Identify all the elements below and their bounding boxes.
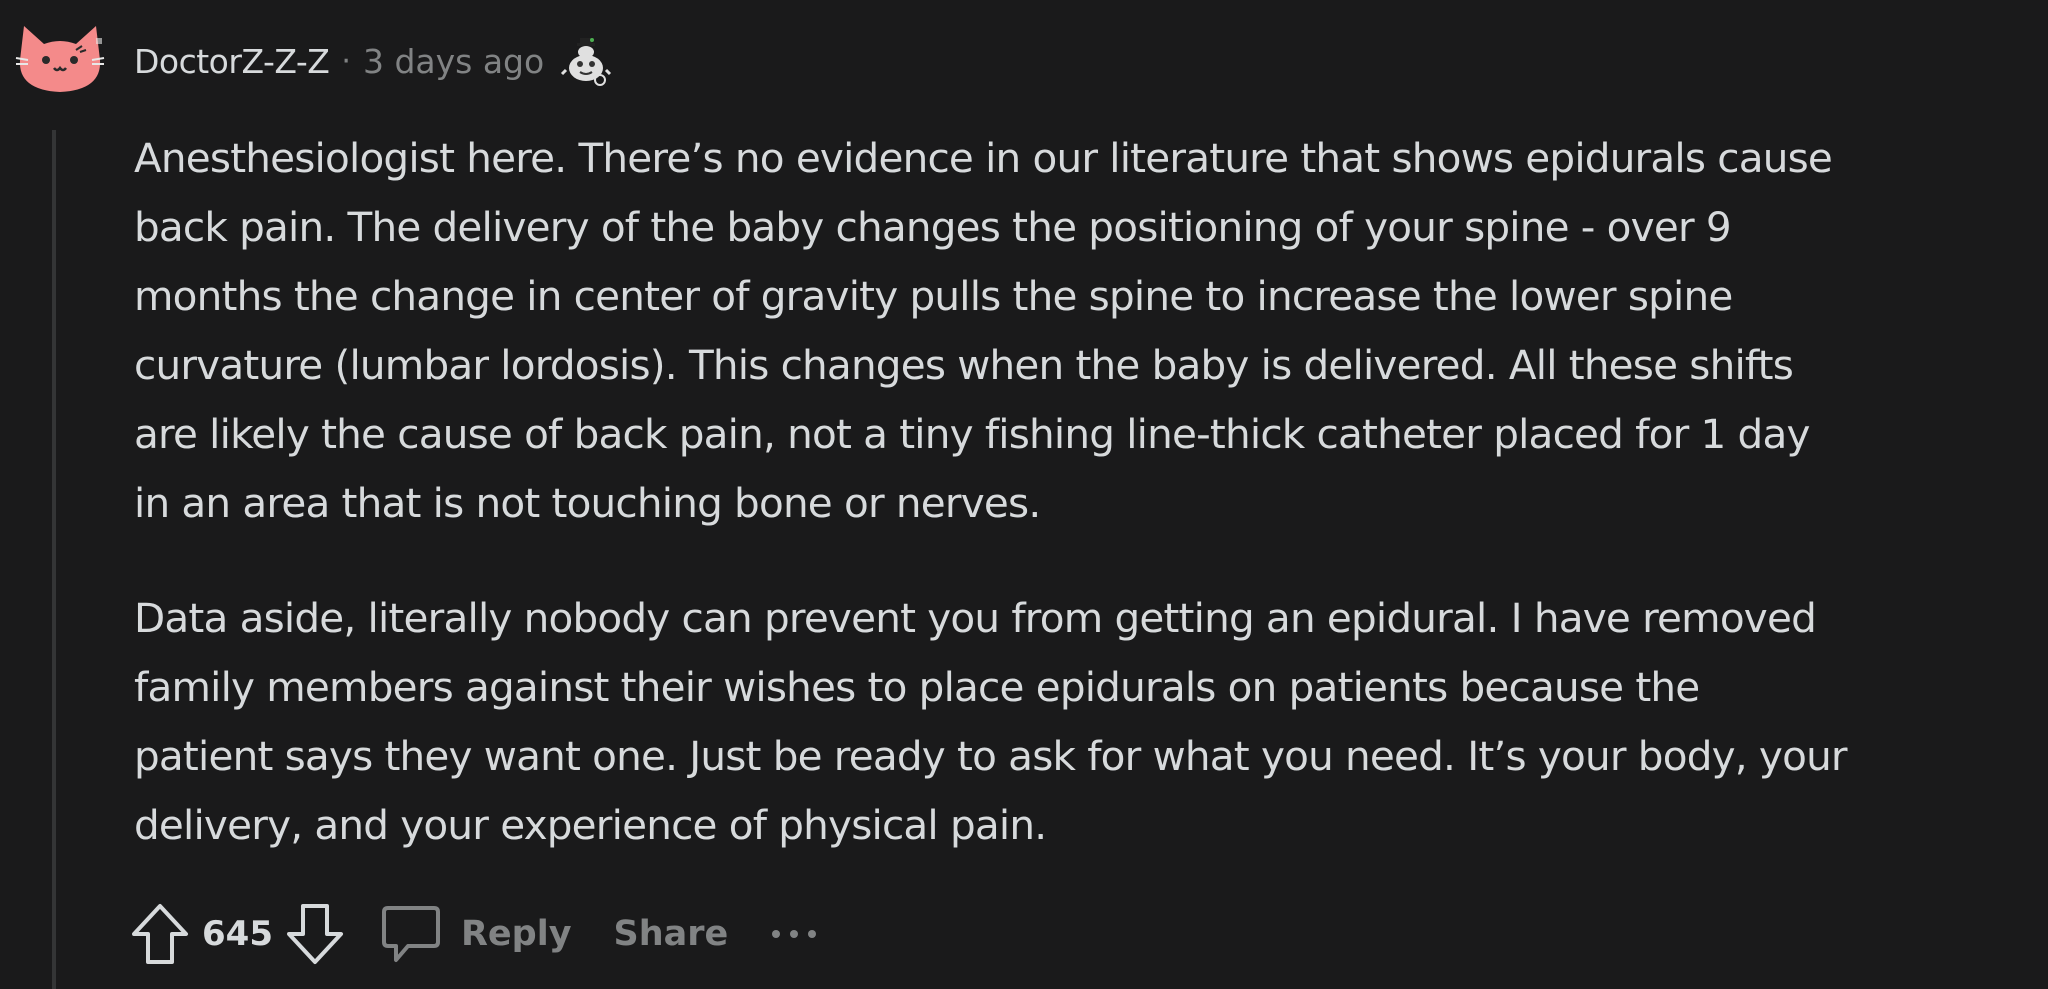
vote-score: 645 <box>202 914 273 954</box>
ellipsis-icon[interactable] <box>764 914 824 954</box>
comment-body: Anesthesiologist here. There’s no eviden… <box>134 124 2034 860</box>
reply-label: Reply <box>460 914 572 954</box>
comment-action-bar: 645 Reply Share <box>128 896 824 972</box>
thread-collapse-line[interactable] <box>52 130 56 989</box>
comment-timestamp[interactable]: 3 days ago <box>363 42 544 81</box>
comment-paragraph: Data aside, literally nobody can prevent… <box>134 594 1848 849</box>
comment-header: DoctorZ-Z-Z · 3 days ago <box>134 36 614 86</box>
meta-separator: · <box>341 43 351 79</box>
speech-bubble-icon <box>379 902 443 966</box>
author-username[interactable]: DoctorZ-Z-Z <box>134 42 330 81</box>
cat-avatar-icon[interactable] <box>14 20 106 96</box>
upvote-arrow-icon[interactable] <box>128 902 192 966</box>
downvote-arrow-icon[interactable] <box>283 902 347 966</box>
award-icon[interactable] <box>560 34 614 88</box>
comment-paragraph: Anesthesiologist here. There’s no eviden… <box>134 134 1833 527</box>
share-button[interactable]: Share <box>614 914 729 954</box>
reply-button[interactable]: Reply <box>379 902 572 966</box>
